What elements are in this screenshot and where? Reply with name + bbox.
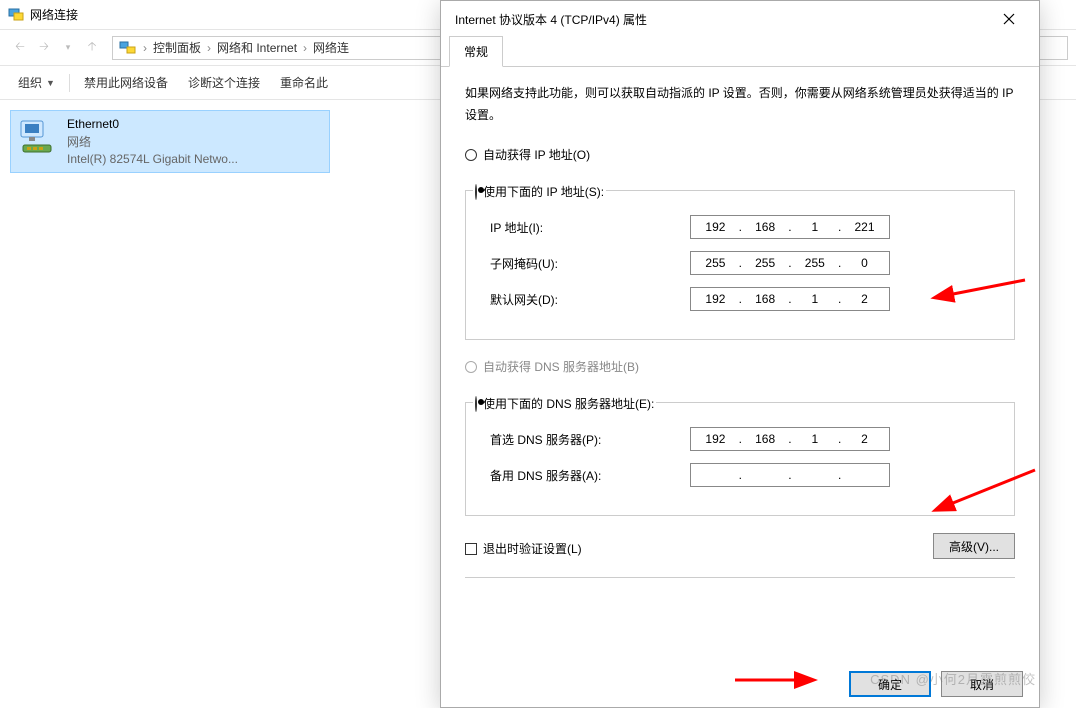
- ip-group: IP 地址(I): 192. 168. 1. 221 子网掩码(U): 255.…: [465, 190, 1015, 340]
- radio-icon: [475, 396, 477, 412]
- ipv4-properties-dialog: Internet 协议版本 4 (TCP/IPv4) 属性 常规 如果网络支持此…: [440, 0, 1040, 708]
- ethernet-adapter-icon: [17, 117, 57, 157]
- separator: [69, 74, 70, 92]
- network-icon: [119, 40, 137, 56]
- dialog-footer: 确定 取消: [849, 671, 1023, 697]
- radio-icon: [475, 184, 477, 200]
- radio-label: 自动获得 IP 地址(O): [483, 146, 590, 163]
- chevron-right-icon: ›: [141, 41, 149, 55]
- rename-button[interactable]: 重命名此: [270, 70, 338, 95]
- chevron-right-icon: ›: [205, 41, 213, 55]
- radio-auto-ip[interactable]: 自动获得 IP 地址(O): [465, 146, 1015, 163]
- nic-item[interactable]: Ethernet0 网络 Intel(R) 82574L Gigabit Net…: [10, 110, 330, 173]
- separator: [465, 577, 1015, 578]
- dns2-input[interactable]: . . .: [690, 463, 890, 487]
- disable-device-button[interactable]: 禁用此网络设备: [74, 70, 178, 95]
- nic-status: 网络: [67, 133, 238, 150]
- dns1-label: 首选 DNS 服务器(P):: [480, 431, 690, 448]
- dialog-body: 如果网络支持此功能，则可以获取自动指派的 IP 设置。否则，你需要从网络系统管理…: [441, 67, 1039, 600]
- chevron-down-icon: ▼: [46, 78, 55, 88]
- checkbox-icon: [465, 543, 477, 555]
- close-icon: [1003, 13, 1015, 25]
- back-button[interactable]: 🡠: [8, 36, 32, 60]
- diagnose-button[interactable]: 诊断这个连接: [178, 70, 270, 95]
- forward-button[interactable]: 🡢: [32, 36, 56, 60]
- dialog-titlebar: Internet 协议版本 4 (TCP/IPv4) 属性: [441, 1, 1039, 37]
- explorer-title: 网络连接: [30, 6, 78, 23]
- radio-label: 自动获得 DNS 服务器地址(B): [483, 358, 639, 375]
- ip-address-input[interactable]: 192. 168. 1. 221: [690, 215, 890, 239]
- nic-name: Ethernet0: [67, 117, 238, 131]
- radio-icon: [465, 149, 477, 161]
- tab-strip: 常规: [441, 37, 1039, 67]
- advanced-button[interactable]: 高级(V)...: [933, 533, 1015, 559]
- gateway-label: 默认网关(D):: [480, 291, 690, 308]
- ok-button[interactable]: 确定: [849, 671, 931, 697]
- radio-manual-ip[interactable]: 使用下面的 IP 地址(S):: [473, 183, 606, 200]
- subnet-mask-label: 子网掩码(U):: [480, 255, 690, 272]
- cancel-button[interactable]: 取消: [941, 671, 1023, 697]
- checkbox-label: 退出时验证设置(L): [483, 540, 582, 557]
- breadcrumb-item[interactable]: 控制面板: [149, 39, 205, 56]
- recent-dropdown[interactable]: ▾: [56, 36, 80, 60]
- radio-auto-dns: 自动获得 DNS 服务器地址(B): [465, 358, 1015, 375]
- up-button[interactable]: 🡡: [80, 36, 104, 60]
- breadcrumb-item[interactable]: 网络和 Internet: [213, 39, 301, 56]
- radio-label: 使用下面的 DNS 服务器地址(E):: [483, 397, 654, 411]
- description-text: 如果网络支持此功能，则可以获取自动指派的 IP 设置。否则，你需要从网络系统管理…: [465, 83, 1015, 126]
- close-button[interactable]: [993, 5, 1025, 33]
- nic-adapter: Intel(R) 82574L Gigabit Netwo...: [67, 152, 238, 166]
- subnet-mask-input[interactable]: 255. 255. 255. 0: [690, 251, 890, 275]
- radio-icon: [465, 361, 477, 373]
- organize-menu[interactable]: 组织▼: [8, 70, 65, 95]
- ip-address-label: IP 地址(I):: [480, 219, 690, 236]
- dns-group: 首选 DNS 服务器(P): 192. 168. 1. 2 备用 DNS 服务器…: [465, 402, 1015, 516]
- gateway-input[interactable]: 192. 168. 1. 2: [690, 287, 890, 311]
- radio-manual-dns[interactable]: 使用下面的 DNS 服务器地址(E):: [473, 395, 656, 412]
- dns1-input[interactable]: 192. 168. 1. 2: [690, 427, 890, 451]
- network-connections-icon: [8, 8, 24, 22]
- tab-general[interactable]: 常规: [449, 36, 503, 67]
- chevron-right-icon: ›: [301, 41, 309, 55]
- breadcrumb-item[interactable]: 网络连: [309, 39, 353, 56]
- radio-label: 使用下面的 IP 地址(S):: [483, 185, 604, 199]
- dialog-title: Internet 协议版本 4 (TCP/IPv4) 属性: [455, 11, 647, 28]
- dns2-label: 备用 DNS 服务器(A):: [480, 467, 690, 484]
